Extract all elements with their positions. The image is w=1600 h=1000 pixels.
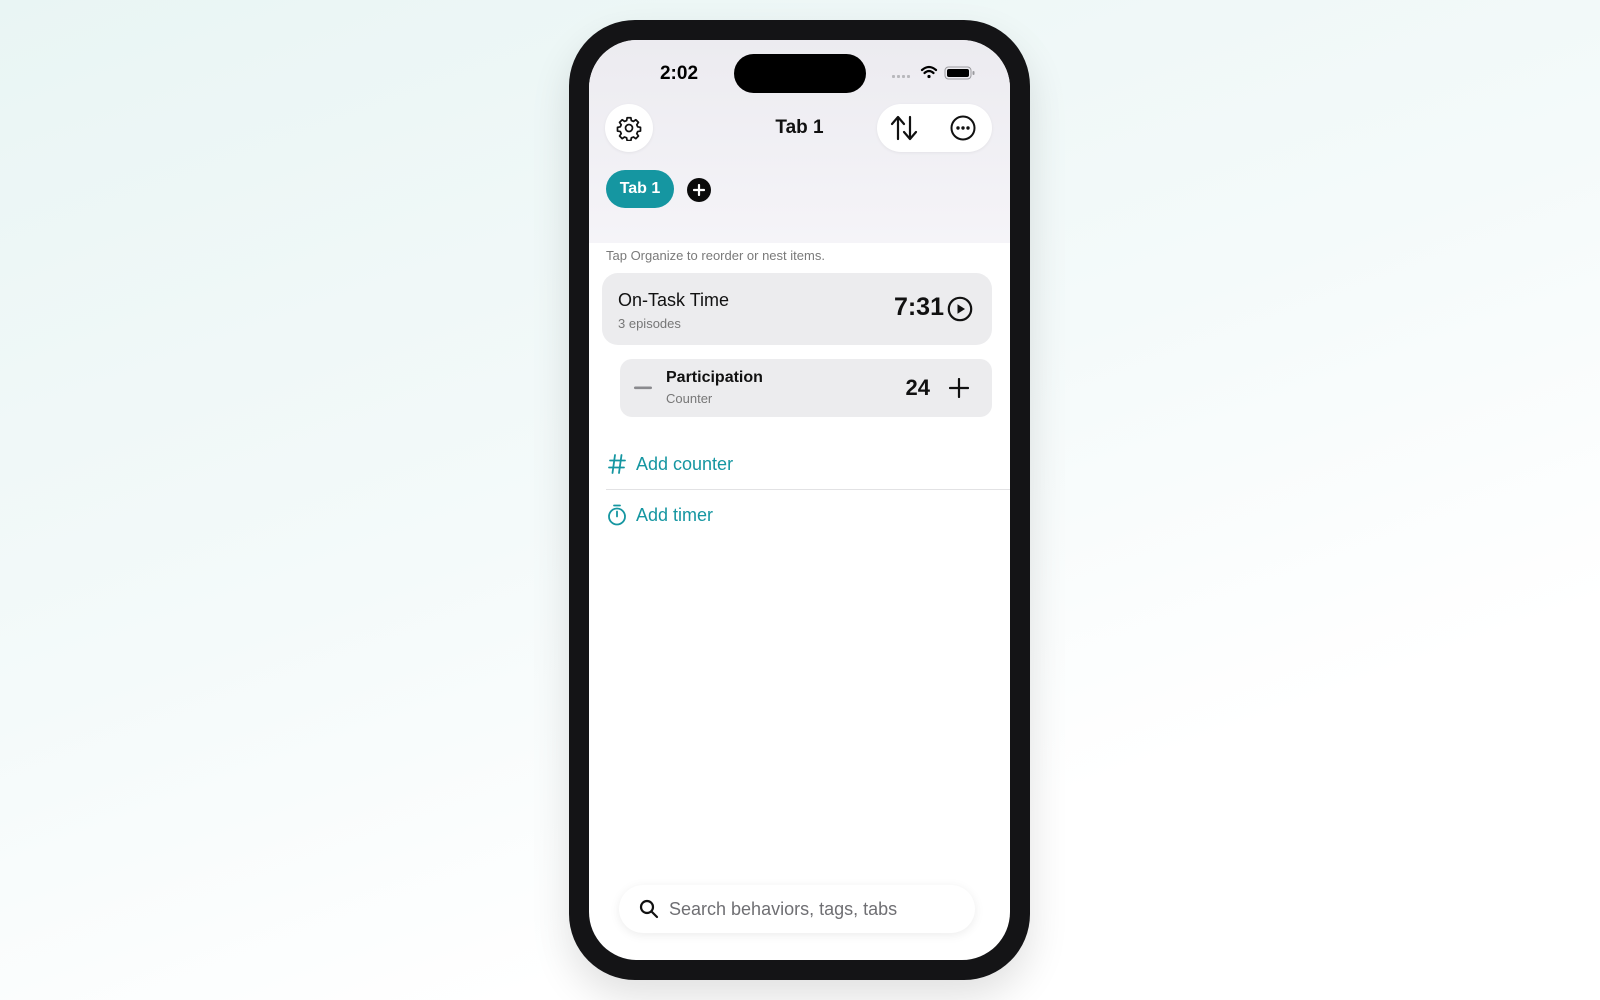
counter-item-subtitle: Counter: [666, 391, 713, 406]
counter-item-title: Participation: [666, 369, 763, 386]
hash-icon: [606, 454, 628, 474]
timer-item-value: 7:31: [893, 293, 944, 321]
counter-item-value: 24: [905, 375, 930, 400]
arrows-up-down-icon: [890, 115, 918, 141]
add-counter-button[interactable]: Add counter: [606, 444, 1006, 484]
decrement-button[interactable]: [628, 373, 658, 403]
status-time: 2:02: [659, 63, 699, 84]
plus-circle-icon: [693, 184, 705, 196]
signal-icon: [892, 75, 910, 78]
timer-item-subtitle: 3 episodes: [618, 316, 681, 331]
timer-item-title: On-Task Time: [618, 290, 730, 310]
more-button[interactable]: [942, 108, 984, 148]
play-button[interactable]: [944, 293, 976, 325]
minus-icon: [634, 386, 652, 390]
counter-item-card[interactable]: Participation Counter 24: [620, 359, 992, 417]
plus-icon: [949, 378, 969, 398]
gear-icon: [616, 116, 642, 141]
add-timer-button[interactable]: Add timer: [606, 495, 1006, 535]
battery-icon: [944, 66, 975, 80]
search-bar[interactable]: [619, 885, 975, 933]
action-divider: [606, 489, 1010, 490]
toolbar-capsule: [877, 104, 992, 152]
increment-button[interactable]: [944, 373, 974, 403]
ellipsis-circle-icon: [950, 115, 976, 141]
stopwatch-icon: [606, 504, 628, 526]
phone-screen: 2:02 Tab 1 Tab 1 Tap Organize to reorder…: [589, 40, 1010, 960]
settings-button[interactable]: [605, 104, 653, 152]
status-icons: [892, 65, 975, 80]
add-tab-button[interactable]: [687, 178, 711, 202]
add-counter-label: Add counter: [636, 453, 734, 474]
tab-chip-tab-1[interactable]: Tab 1: [606, 170, 674, 208]
organize-hint: Tap Organize to reorder or nest items.: [606, 248, 825, 263]
phone-frame: 2:02 Tab 1 Tab 1 Tap Organize to reorder…: [569, 20, 1030, 980]
organize-button[interactable]: [883, 108, 925, 148]
nav-title: Tab 1: [775, 117, 824, 138]
dynamic-island: [734, 54, 866, 93]
wifi-icon: [920, 65, 938, 79]
play-circle-icon: [947, 296, 973, 322]
timer-item-card[interactable]: On-Task Time 3 episodes 7:31: [602, 273, 992, 345]
add-timer-label: Add timer: [636, 504, 714, 525]
search-input[interactable]: [669, 898, 959, 920]
magnifier-icon: [639, 899, 659, 919]
